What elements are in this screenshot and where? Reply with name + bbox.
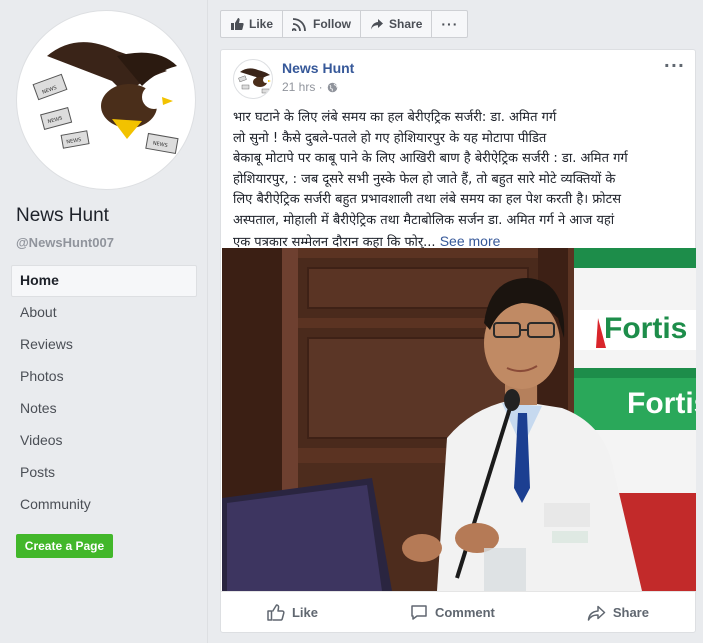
- nav-item-notes[interactable]: Notes: [11, 393, 197, 425]
- post-line: अस्पताल, मोहाली में बैरीऐट्रिक तथा मैटाब…: [233, 212, 615, 228]
- comment-bubble-icon: [411, 605, 427, 620]
- post-line: बेकाबू मोटापे पर काबू पाने के लिए आखिरी …: [233, 151, 628, 166]
- see-more-link[interactable]: See more: [440, 233, 501, 249]
- rss-follow-icon: [292, 18, 306, 31]
- page-nav: Home About Reviews Photos Notes Videos P…: [11, 265, 197, 521]
- share-outline-icon: [587, 605, 606, 621]
- page-like-button[interactable]: Like: [221, 11, 284, 37]
- post-line: भार घटाने के लिए लंबे समय का हल बेरीएट्र…: [233, 110, 557, 125]
- page-like-label: Like: [249, 17, 274, 31]
- create-page-button[interactable]: Create a Page: [16, 534, 113, 558]
- globe-icon: [327, 82, 337, 92]
- page-share-label: Share: [389, 17, 423, 31]
- nav-item-photos[interactable]: Photos: [11, 361, 197, 393]
- post-body: भार घटाने के लिए लंबे समय का हल बेरीएट्र…: [233, 108, 685, 254]
- column-divider: [207, 0, 208, 643]
- share-arrow-icon: [371, 18, 384, 29]
- post-card: News Hunt 21 hrs · ··· भार घटाने के लिए …: [220, 49, 696, 633]
- nav-item-videos[interactable]: Videos: [11, 425, 197, 457]
- more-options-button[interactable]: ···: [432, 11, 467, 37]
- post-options-button[interactable]: ···: [664, 56, 685, 75]
- post-author-name[interactable]: News Hunt: [282, 60, 354, 76]
- left-column: NEWS NEWS NEWS NEWS News Hunt @NewsHunt0…: [0, 0, 207, 643]
- page-title[interactable]: News Hunt: [16, 205, 109, 227]
- post-comment-button[interactable]: Comment: [410, 604, 495, 621]
- page-action-bar: Like Follow Share ···: [220, 10, 469, 38]
- post-comment-label: Comment: [434, 605, 495, 620]
- post-time-label: 21 hrs ·: [282, 80, 323, 94]
- nav-item-community[interactable]: Community: [11, 489, 197, 521]
- more-dots-icon: ···: [441, 16, 459, 32]
- post-line: लिए बैरीऐट्रिक सर्जरी बहुत प्रभावशाली तथ…: [233, 192, 622, 207]
- follow-button[interactable]: Follow: [283, 11, 362, 37]
- nav-item-home[interactable]: Home: [11, 265, 197, 297]
- nav-item-reviews[interactable]: Reviews: [11, 329, 197, 361]
- thumbs-up-icon: [231, 18, 244, 30]
- eagle-logo-icon: NEWS NEWS NEWS NEWS: [32, 42, 179, 155]
- nav-item-posts[interactable]: Posts: [11, 457, 197, 489]
- fortis-banner-text-top: Fortis: [604, 312, 687, 345]
- post-line: लो सुनो ! कैसे दुबले-पतले हो गए होशियारप…: [233, 130, 547, 146]
- post-share-button[interactable]: Share: [587, 605, 649, 621]
- post-author-avatar[interactable]: [233, 59, 273, 99]
- post-like-label: Like: [291, 605, 318, 620]
- page-share-button[interactable]: Share: [361, 11, 433, 37]
- fortis-banner-text-bottom: Fortis: [627, 387, 696, 420]
- post-line: होशियारपुर, : जब दूसरे सभी नुस्के फेल हो…: [233, 171, 616, 187]
- eagle-logo-small-icon: [238, 68, 271, 94]
- page-handle[interactable]: @NewsHunt007: [16, 235, 114, 250]
- follow-label: Follow: [313, 17, 352, 31]
- post-photo[interactable]: Fortis Fortis: [222, 248, 696, 591]
- post-share-label: Share: [612, 605, 649, 620]
- nav-item-about[interactable]: About: [11, 297, 197, 329]
- doctor-press-conference-image: Fortis Fortis: [222, 248, 696, 591]
- post-reaction-bar: Like Comment Share: [221, 591, 695, 633]
- page-profile-picture[interactable]: NEWS NEWS NEWS NEWS: [16, 10, 196, 190]
- post-timestamp[interactable]: 21 hrs ·: [282, 80, 338, 94]
- post-like-button[interactable]: Like: [267, 604, 318, 621]
- thumbs-up-outline-icon: [267, 604, 285, 621]
